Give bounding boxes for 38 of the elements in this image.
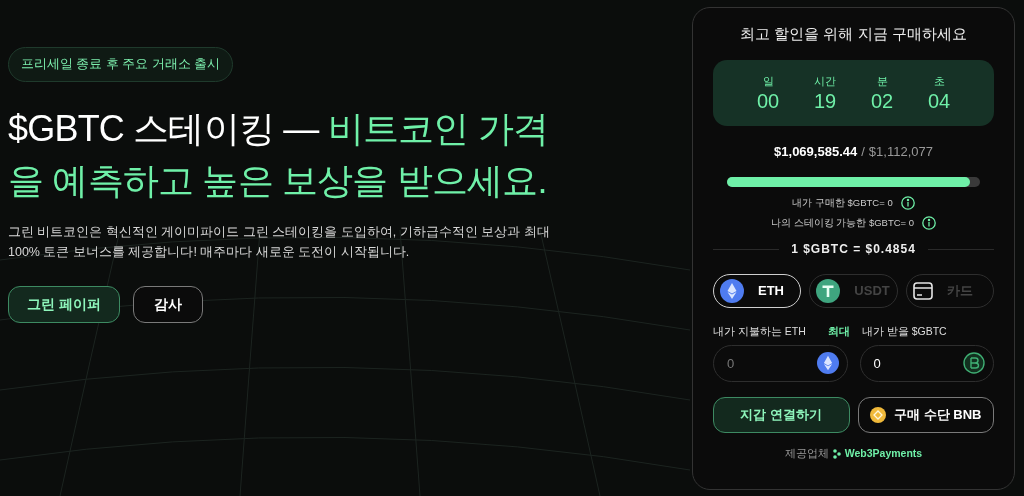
- goal-amount: $1,112,077: [868, 143, 933, 161]
- credit-card-icon: [912, 282, 933, 300]
- exchange-rate: 1 $GBTC = $0.4854: [791, 241, 916, 258]
- ethereum-icon: [816, 351, 839, 374]
- connect-wallet-button[interactable]: 지갑 연결하기: [713, 396, 850, 433]
- countdown-unit: 초: [933, 73, 945, 89]
- buy-with-bnb-button[interactable]: 구매 수단 BNB: [857, 396, 994, 433]
- whitepaper-button[interactable]: 그린 페이퍼: [8, 285, 120, 323]
- amount-separator: /: [861, 143, 865, 161]
- pay-amount-field[interactable]: 0: [713, 344, 848, 382]
- countdown-value: 02: [870, 89, 894, 113]
- headline: $GBTC 스테이킹 — 비트코인 가격을 예측하고 높은 보상을 받으세요.: [8, 106, 550, 203]
- ethereum-icon: [720, 279, 744, 303]
- provider-name[interactable]: Web3Payments: [844, 445, 923, 462]
- countdown-value: 00: [756, 89, 780, 113]
- countdown-unit: 분: [876, 73, 888, 89]
- tether-icon: [816, 279, 841, 303]
- provider-label: 제공업체: [784, 445, 829, 461]
- balance-text: 나의 스테이킹 가능한 $GBTC= 0: [770, 215, 915, 230]
- countdown-value: 04: [927, 89, 951, 113]
- raised-amount: $1,069,585.44: [774, 143, 858, 161]
- receive-label: 내가 받을 $GBTC: [861, 324, 947, 339]
- countdown-unit: 일: [762, 73, 774, 89]
- countdown-unit: 시간: [814, 73, 836, 89]
- description: 그린 비트코인은 혁신적인 게이미파이드 그린 스테이킹을 도입하여, 기하급수적인 보상과 최대 100% 토큰 보너스를 제공합니다! 매주마다 새로운 도전이 시작됩니다.: [8, 223, 551, 261]
- countdown-value: 19: [813, 89, 837, 113]
- bnb-coin-icon: [870, 406, 887, 423]
- presale-badge: 프리세일 종료 후 주요 거래소 출시: [8, 47, 234, 82]
- pay-label: 내가 지불하는 ETH: [713, 324, 806, 339]
- provider-logo-icon: [832, 448, 841, 459]
- info-icon[interactable]: [922, 215, 937, 230]
- balance-text: 내가 구매한 $GBTC= 0: [792, 195, 893, 210]
- receive-amount-field[interactable]: 0: [859, 344, 994, 382]
- info-icon[interactable]: [900, 195, 915, 210]
- card-title: 최고 할인을 위해 지금 구매하세요: [740, 24, 967, 44]
- max-link[interactable]: 최대: [827, 324, 850, 340]
- audit-button[interactable]: 감사: [132, 285, 203, 323]
- coin-icon: [963, 351, 985, 374]
